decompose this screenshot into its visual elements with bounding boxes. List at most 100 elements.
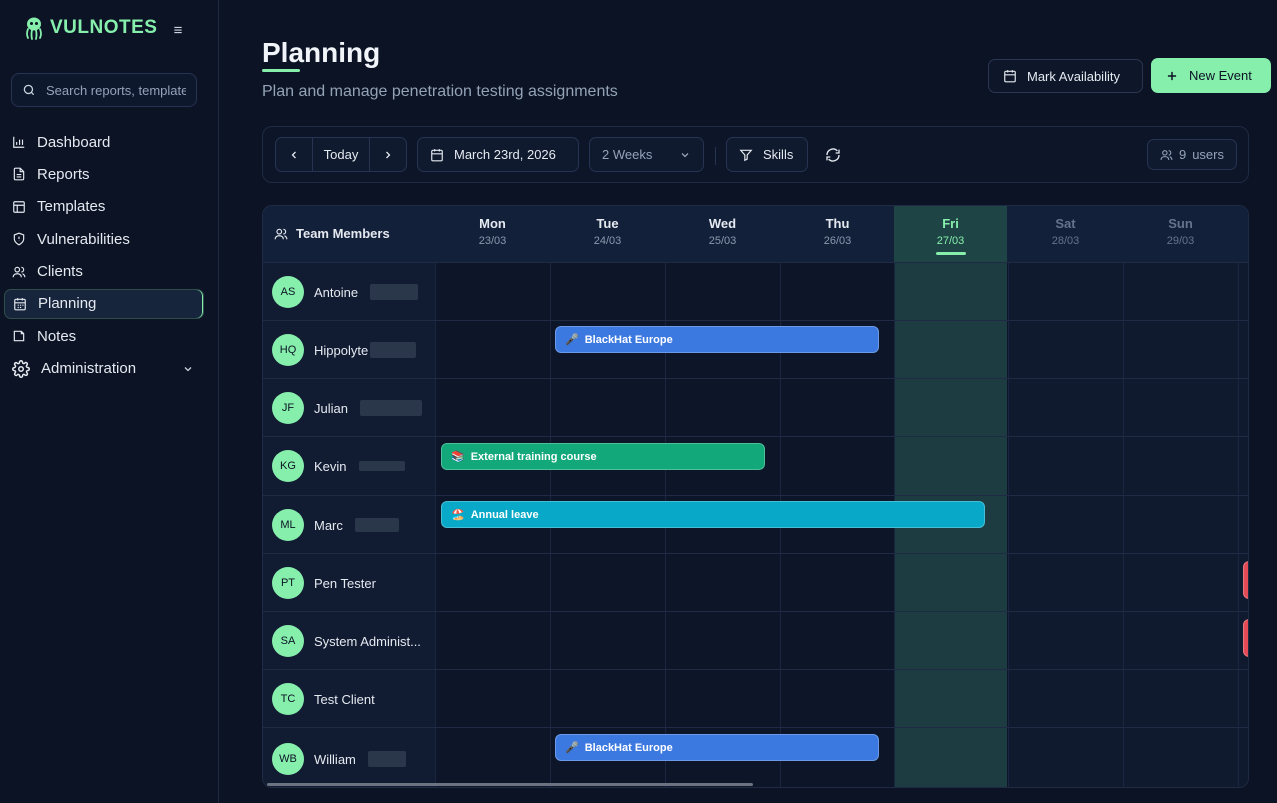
day-date: 28/03 xyxy=(1051,235,1080,247)
filter-icon xyxy=(739,149,753,161)
member-cell[interactable]: HQ Hippolyte xyxy=(263,321,435,379)
date-navigation: Today xyxy=(275,137,407,172)
day-name: Wed xyxy=(708,216,737,231)
users-count-badge: 9 users xyxy=(1147,139,1237,170)
date-picker-button[interactable]: March 23rd, 2026 xyxy=(417,137,579,172)
previous-button[interactable] xyxy=(276,138,312,171)
avatar: SA xyxy=(272,625,304,657)
skills-filter-button[interactable]: Skills xyxy=(726,137,808,172)
search-input[interactable] xyxy=(46,82,186,98)
member-cell[interactable]: AS Antoine xyxy=(263,263,435,321)
sidebar-item-clients[interactable]: Clients xyxy=(4,257,204,287)
redacted-surname xyxy=(370,342,417,358)
event-blackhat-europe[interactable]: 🎤 BlackHat Europe xyxy=(555,734,879,761)
layout-icon xyxy=(13,200,25,213)
sidebar-item-administration[interactable]: Administration xyxy=(4,354,204,384)
member-cell[interactable]: JF Julian xyxy=(263,379,435,437)
member-name: System Administ... xyxy=(314,633,421,649)
beach-icon: 🏖️ xyxy=(451,509,465,521)
avatar: KG xyxy=(272,450,304,482)
avatar: HQ xyxy=(272,334,304,366)
member-cell[interactable]: TC Test Client xyxy=(263,670,435,728)
member-cell[interactable]: ML Marc xyxy=(263,496,435,554)
member-name: Pen Tester xyxy=(314,575,376,591)
avatar: WB xyxy=(272,743,304,775)
event-blackhat-europe[interactable]: 🎤 BlackHat Europe xyxy=(555,326,879,353)
microphone-icon: 🎤 xyxy=(565,334,579,346)
users-icon xyxy=(274,228,288,239)
sidebar-item-vulnerabilities[interactable]: Vulnerabilities xyxy=(4,224,204,254)
event-external-training[interactable]: 📚 External training course xyxy=(441,443,765,470)
gear-icon xyxy=(12,359,30,378)
event-label: External training course xyxy=(470,450,597,463)
calendar-toolbar: Today March 23rd, 2026 2 Weeks Skills 9 … xyxy=(262,126,1249,183)
sidebar-item-label: Administration xyxy=(41,360,137,378)
sidebar-item-notes[interactable]: Notes xyxy=(4,321,204,351)
event-annual-leave[interactable]: 🏖️ Annual leave xyxy=(441,501,985,528)
sidebar-item-label: Dashboard xyxy=(37,133,111,151)
note-icon xyxy=(13,331,25,342)
horizontal-scrollbar[interactable] xyxy=(267,783,753,786)
table-row: PT Pen Tester xyxy=(263,553,1248,612)
search-icon xyxy=(23,84,35,96)
team-members-header: Team Members xyxy=(274,226,390,241)
member-cell[interactable]: WB William xyxy=(263,728,435,787)
day-date: 23/03 xyxy=(478,235,507,247)
day-header-thu: Thu 26/03 xyxy=(780,206,895,262)
event-label: BlackHat Europe xyxy=(584,741,673,754)
member-cell[interactable]: SA System Administ... xyxy=(263,612,435,670)
table-row: AS Antoine xyxy=(263,262,1248,321)
sidebar: VULNOTES ≡ Dashboard Reports Templates V… xyxy=(0,0,219,803)
brand[interactable]: VULNOTES xyxy=(24,16,157,40)
day-date: 24/03 xyxy=(593,235,622,247)
hamburger-menu-icon[interactable]: ≡ xyxy=(171,23,185,38)
member-name: Hippolyte xyxy=(314,342,369,358)
calendar-icon xyxy=(431,148,443,161)
users-icon xyxy=(12,266,26,277)
range-select[interactable]: 2 Weeks xyxy=(589,137,704,172)
mark-availability-label: Mark Availability xyxy=(1027,68,1120,84)
member-cell[interactable]: PT Pen Tester xyxy=(263,554,435,612)
avatar: PT xyxy=(272,567,304,599)
octopus-logo-icon xyxy=(26,17,42,40)
day-date: 25/03 xyxy=(708,235,737,247)
today-button[interactable]: Today xyxy=(312,138,370,171)
sidebar-item-dashboard[interactable]: Dashboard xyxy=(4,127,204,157)
avatar: JF xyxy=(272,392,304,424)
books-icon: 📚 xyxy=(451,451,465,463)
plus-icon xyxy=(1167,71,1177,80)
event-offscreen-system-admin[interactable] xyxy=(1243,619,1248,657)
member-name: Marc xyxy=(314,517,343,533)
users-label: users xyxy=(1192,147,1224,162)
sidebar-item-label: Notes xyxy=(37,327,77,345)
member-name: William xyxy=(314,751,356,767)
redacted-surname xyxy=(358,461,405,471)
microphone-icon: 🎤 xyxy=(565,742,579,754)
new-event-button[interactable]: New Event xyxy=(1151,58,1271,93)
page-subtitle: Plan and manage penetration testing assi… xyxy=(262,83,618,100)
sidebar-item-planning[interactable]: Planning xyxy=(4,288,204,319)
brand-name: VULNOTES xyxy=(50,17,158,38)
sidebar-item-label: Reports xyxy=(37,165,90,183)
team-members-title: Team Members xyxy=(296,226,390,241)
next-button[interactable] xyxy=(370,138,406,171)
day-header-wed: Wed 25/03 xyxy=(665,206,780,262)
skills-label: Skills xyxy=(763,147,794,162)
sidebar-nav: Dashboard Reports Templates Vulnerabilit… xyxy=(4,127,204,386)
mark-availability-button[interactable]: Mark Availability xyxy=(988,59,1143,93)
redacted-surname xyxy=(354,518,399,532)
sidebar-item-reports[interactable]: Reports xyxy=(4,159,204,189)
planning-grid: Team Members Mon 23/03 Tue 24/03 Wed 25/… xyxy=(262,205,1249,788)
day-header-sat: Sat 28/03 xyxy=(1008,206,1123,262)
sidebar-item-templates[interactable]: Templates xyxy=(4,192,204,222)
event-offscreen-pen-tester[interactable] xyxy=(1243,561,1248,599)
day-date: 29/03 xyxy=(1166,235,1195,247)
member-cell[interactable]: KG Kevin xyxy=(263,437,435,495)
member-name: Antoine xyxy=(314,284,359,300)
users-icon xyxy=(1160,149,1173,160)
table-row: JF Julian xyxy=(263,378,1248,437)
calendar-icon xyxy=(1004,70,1016,83)
day-name: Mon xyxy=(479,216,506,231)
search-box[interactable] xyxy=(11,73,197,107)
refresh-button[interactable] xyxy=(825,146,843,164)
